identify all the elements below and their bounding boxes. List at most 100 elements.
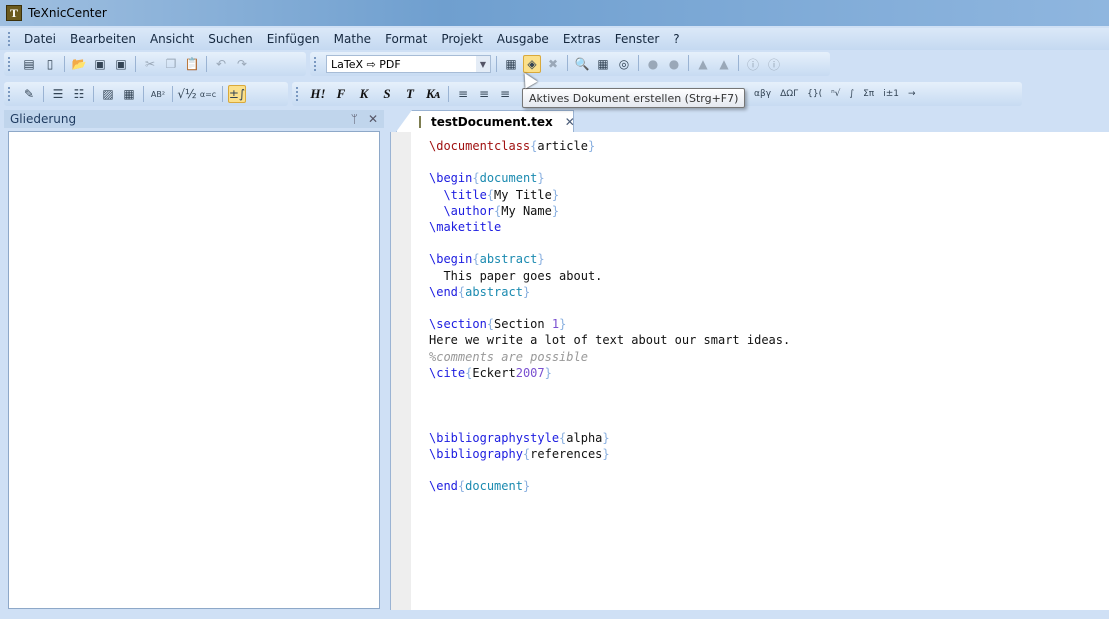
code-token: \maketitle <box>429 220 502 235</box>
code-token: \bibliographystyle <box>429 430 560 445</box>
next-error-icon[interactable]: ● <box>644 55 662 73</box>
next-warning-icon[interactable]: ▲ <box>694 55 712 73</box>
close-icon[interactable]: ✕ <box>368 112 378 126</box>
editor-gutter <box>391 132 411 610</box>
code-token: document <box>479 171 538 186</box>
math-symbol-button[interactable]: ΔΩΓ <box>780 85 798 103</box>
menu-projekt[interactable]: Projekt <box>434 32 489 46</box>
align-right-icon[interactable]: ≡ <box>496 85 514 103</box>
grip-icon[interactable] <box>314 57 317 71</box>
save-all-icon[interactable]: ▣ <box>112 55 130 73</box>
insert-picture-icon[interactable]: ▨ <box>99 85 117 103</box>
copy-icon[interactable]: ❐ <box>162 55 180 73</box>
bibtex-icon[interactable]: ▦ <box>594 55 612 73</box>
math-symbol-button[interactable]: → <box>908 85 916 103</box>
new-file-icon[interactable]: ▯ <box>41 55 59 73</box>
menu-mathe[interactable]: Mathe <box>327 32 378 46</box>
cut-icon[interactable]: ✂ <box>141 55 159 73</box>
build-toolbar: LaTeX ⇨ PDF ▼ ▦ ◈ ✖ 🔍 ▦ ◎ ● ● ▲ ▲ ⓘ ⓘ <box>310 52 830 76</box>
code-token: alpha <box>566 430 603 445</box>
menu-ausgabe[interactable]: Ausgabe <box>490 32 556 46</box>
menu-bar: Datei Bearbeiten Ansicht Suchen Einfügen Math… <box>0 28 1109 50</box>
build-current-icon[interactable]: ◈ <box>523 55 541 73</box>
math-symbol-button[interactable]: Σπ <box>863 85 874 103</box>
grip-icon[interactable] <box>8 87 11 101</box>
menu-suchen[interactable]: Suchen <box>201 32 259 46</box>
math-symbol-button[interactable]: ∫ <box>849 85 854 103</box>
menu-einfügen[interactable]: Einfügen <box>260 32 327 46</box>
next-badbox-icon[interactable]: ⓘ <box>744 55 762 73</box>
math-symbol-button[interactable]: i±1 <box>883 85 899 103</box>
code-token: My Title <box>494 187 552 202</box>
paste-icon[interactable]: 📋 <box>183 55 201 73</box>
output-profile-value: LaTeX ⇨ PDF <box>331 57 401 71</box>
menu-ansicht[interactable]: Ansicht <box>143 32 201 46</box>
code-editor[interactable]: \documentclass{article} \begin{document}… <box>390 132 1109 610</box>
output-profile-select[interactable]: LaTeX ⇨ PDF ▼ <box>326 55 491 73</box>
format-button[interactable]: T <box>400 86 420 102</box>
chevron-down-icon[interactable]: ▼ <box>476 56 490 72</box>
menu-format[interactable]: Format <box>378 32 434 46</box>
redo-icon[interactable]: ↷ <box>233 55 251 73</box>
menu-extras[interactable]: Extras <box>556 32 608 46</box>
align-left-icon[interactable]: ≡ <box>454 85 472 103</box>
prev-warning-icon[interactable]: ▲ <box>715 55 733 73</box>
math-mode-icon[interactable]: ±∫ <box>228 85 246 103</box>
code-token: } <box>602 430 610 445</box>
cancel-build-icon[interactable]: ✖ <box>544 55 562 73</box>
code-token: 2007 <box>515 365 545 380</box>
insert-icon[interactable]: ✎ <box>20 85 38 103</box>
separator <box>448 86 449 102</box>
code-token: abstract <box>479 252 538 267</box>
superscript-icon[interactable]: AB² <box>149 85 167 103</box>
format-button[interactable]: H! <box>308 86 328 102</box>
grip-icon[interactable] <box>8 57 11 71</box>
outline-tree[interactable] <box>8 131 380 609</box>
math-symbol-button[interactable]: αβγ <box>754 85 771 103</box>
format-button[interactable]: Kᴀ <box>423 86 443 102</box>
close-icon[interactable]: ✕ <box>565 115 574 129</box>
undo-icon[interactable]: ↶ <box>212 55 230 73</box>
equation-icon[interactable]: α=c <box>199 85 217 103</box>
format-button[interactable]: K <box>354 86 374 102</box>
format-button[interactable]: S <box>377 86 397 102</box>
code-text[interactable]: \documentclass{article} \begin{document}… <box>429 138 790 494</box>
format-button[interactable]: F <box>331 86 351 102</box>
tab-testdocument[interactable]: testDocument.tex ✕ <box>396 110 574 132</box>
fraction-icon[interactable]: √½ <box>177 85 196 103</box>
align-center-icon[interactable]: ≡ <box>475 85 493 103</box>
separator <box>688 55 689 71</box>
menu-[interactable]: ? <box>666 32 686 46</box>
bullet-list-icon[interactable]: ☰ <box>49 85 67 103</box>
insert-table-icon[interactable]: ▦ <box>120 85 138 103</box>
prev-error-icon[interactable]: ● <box>665 55 683 73</box>
grip-icon[interactable] <box>296 87 299 101</box>
numbered-list-icon[interactable]: ☷ <box>70 85 88 103</box>
open-icon[interactable]: 📂 <box>70 55 88 73</box>
math-symbol-button[interactable]: ⁿ√ <box>831 85 840 103</box>
new-project-icon[interactable]: ▤ <box>20 55 38 73</box>
math-symbol-button[interactable]: {}( <box>807 85 822 103</box>
pin-icon[interactable]: ᛘ <box>351 112 358 126</box>
code-token: \begin <box>429 171 473 186</box>
makeindex-icon[interactable]: ◎ <box>615 55 633 73</box>
code-line: This paper goes about. <box>429 268 790 284</box>
menu-datei[interactable]: Datei <box>17 32 63 46</box>
code-token: { <box>486 317 495 332</box>
separator <box>143 86 144 102</box>
grip-icon[interactable] <box>8 32 11 46</box>
code-token: abstract <box>465 284 523 299</box>
menu-bearbeiten[interactable]: Bearbeiten <box>63 32 143 46</box>
window-title: TeXnicCenter <box>28 6 107 20</box>
code-token: \title <box>429 187 487 202</box>
save-icon[interactable]: ▣ <box>91 55 109 73</box>
code-line: \bibliography{references} <box>429 446 790 462</box>
menu-fenster[interactable]: Fenster <box>608 32 667 46</box>
prev-badbox-icon[interactable]: ⓘ <box>765 55 783 73</box>
build-all-icon[interactable]: ▦ <box>502 55 520 73</box>
code-token: } <box>537 252 545 267</box>
view-output-icon[interactable]: 🔍 <box>573 55 591 73</box>
